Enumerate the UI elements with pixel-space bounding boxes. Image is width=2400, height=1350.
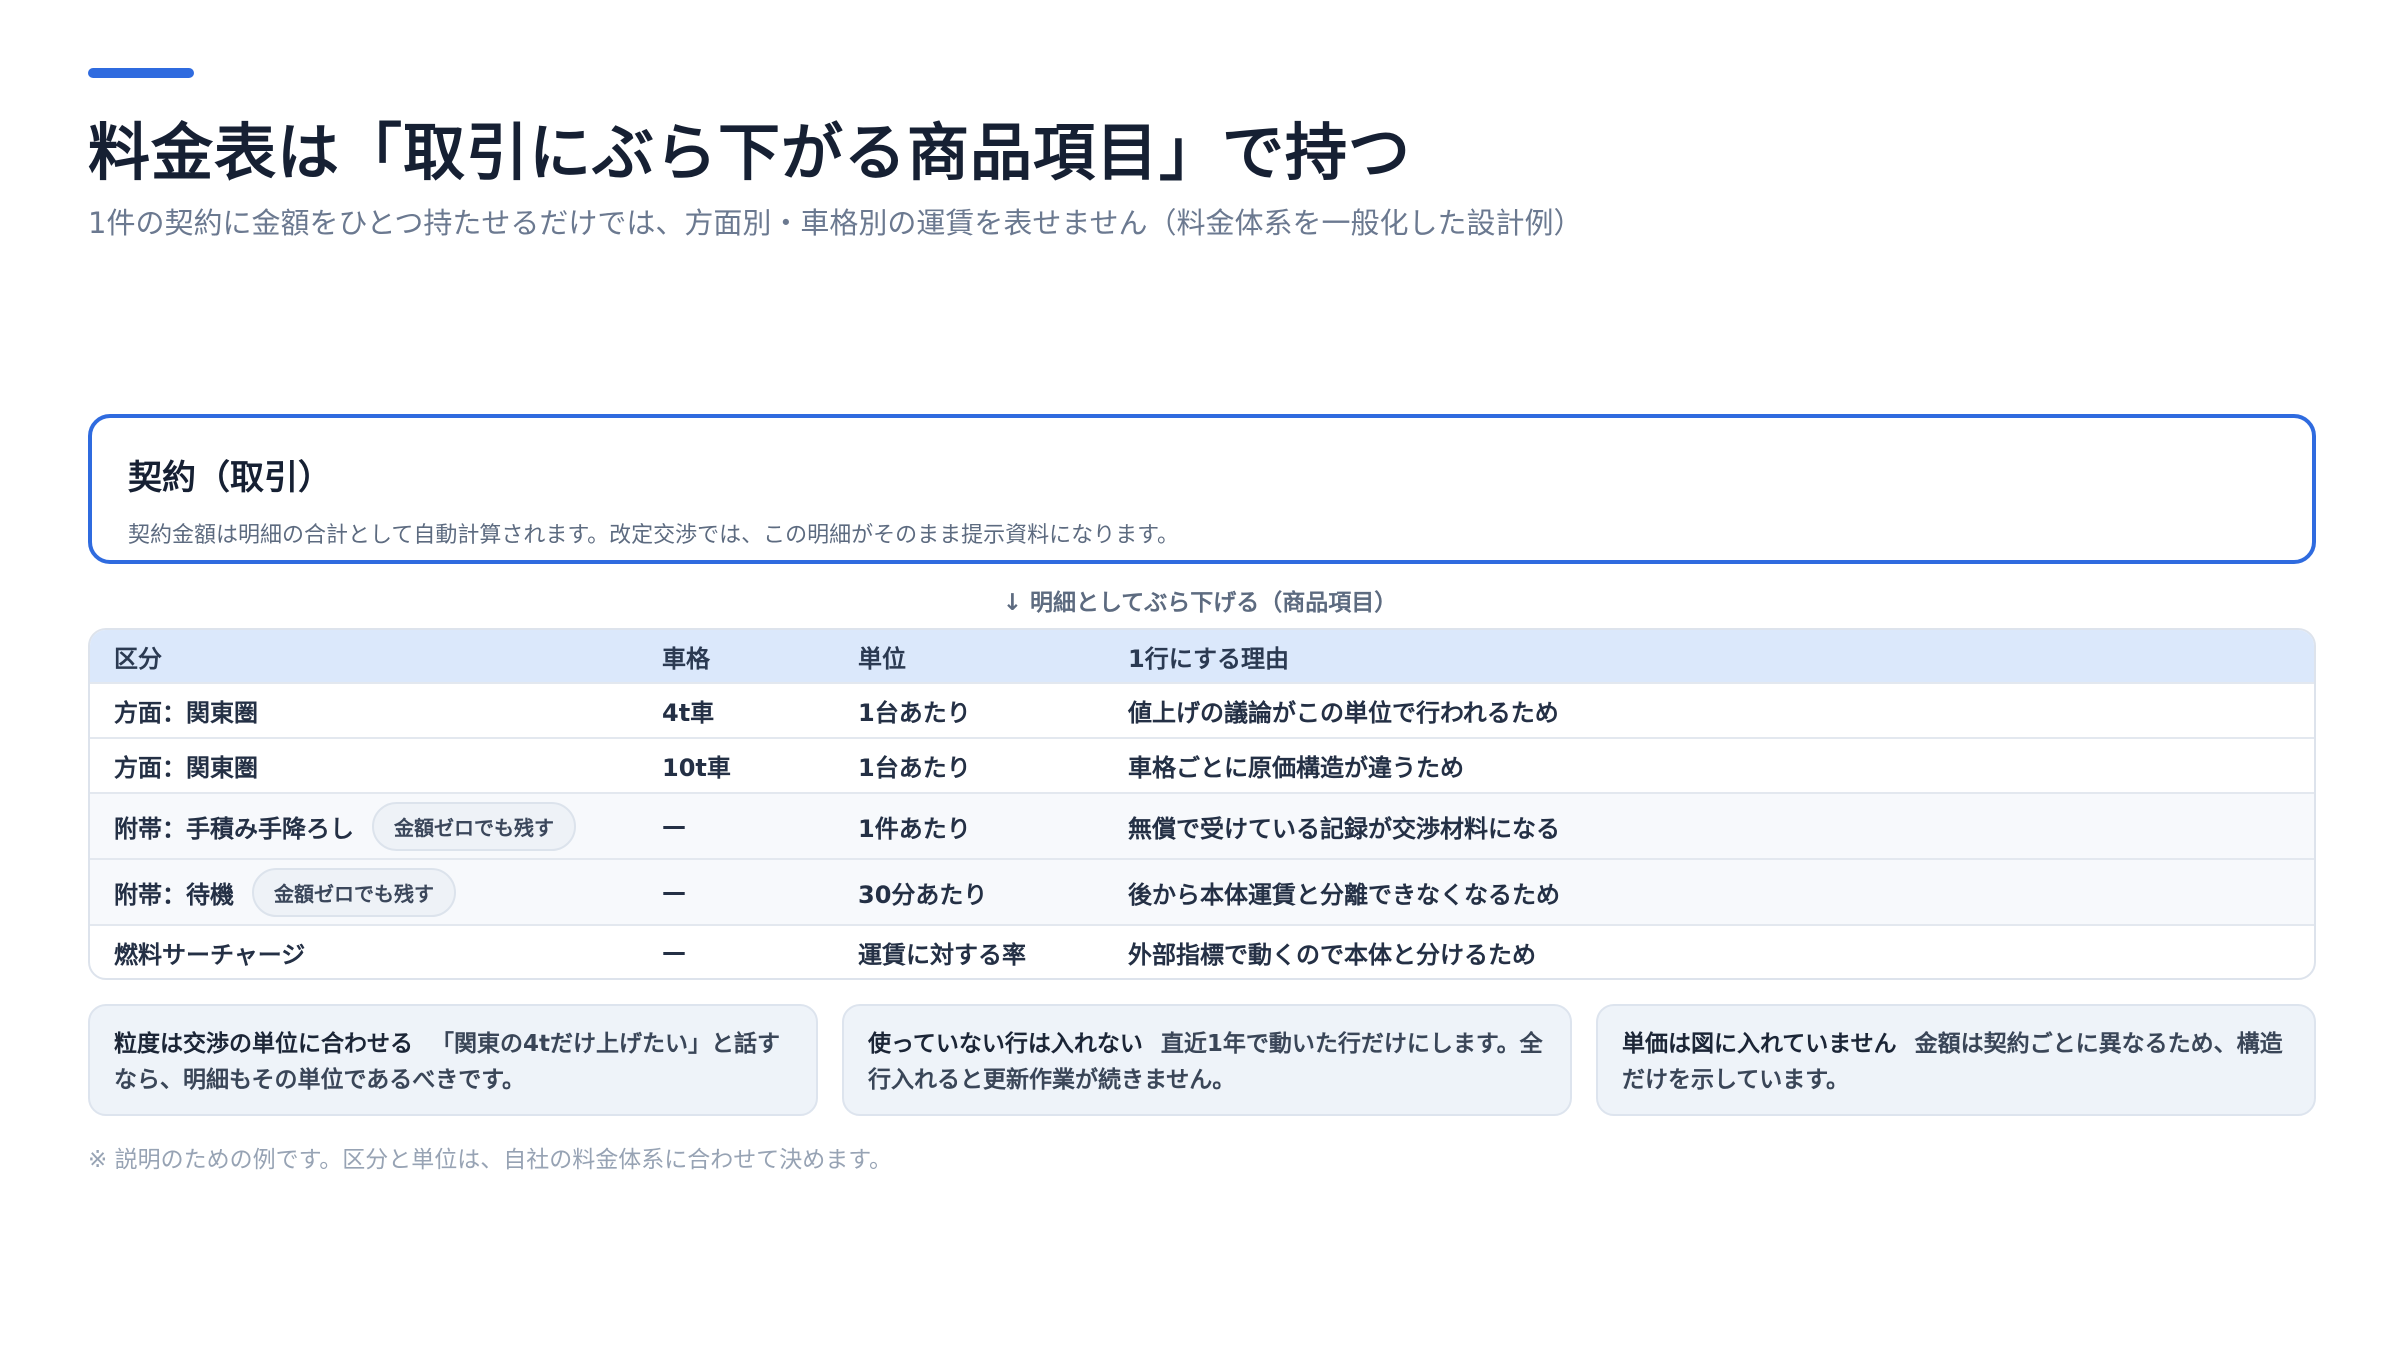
keep-zero-badge: 金額ゼロでも残す: [252, 867, 456, 917]
note-card-unit-price: 単価は図に入れていません 金額は契約ごとに異なるため、構造だけを示しています。: [1596, 1004, 2316, 1116]
accent-bar: [88, 68, 194, 78]
page-subtitle: 1件の契約に金額をひとつ持たせるだけでは、方面別・車格別の運賃を表せません（料金…: [88, 206, 1583, 240]
row-vehicle: —: [662, 938, 686, 966]
note-lead: 使っていない行は入れない: [868, 1031, 1143, 1057]
note-card-unused-rows: 使っていない行は入れない 直近1年で動いた行だけにします。全行入れると更新作業が続…: [842, 1004, 1572, 1116]
row-category: 燃料サーチャージ: [114, 940, 306, 969]
row-reason: 後から本体運賃と分離できなくなるため: [1128, 880, 1560, 909]
column-header-unit: 単位: [858, 644, 906, 673]
connector-label: ↓ 明細としてぶら下げる（商品項目）: [1002, 590, 1398, 616]
row-reason: 外部指標で動くので本体と分けるため: [1128, 940, 1536, 969]
row-unit: 運賃に対する率: [858, 940, 1026, 969]
column-header-reason: 1行にする理由: [1128, 644, 1289, 673]
row-vehicle: 10t車: [662, 754, 731, 782]
note-lead: 粒度は交渉の単位に合わせる: [114, 1031, 413, 1057]
table-header-row: 区分 車格 単位 1行にする理由: [90, 630, 2314, 682]
line-item-table: 区分 車格 単位 1行にする理由 方面：関東圏 4t車 1台あたり 値上げの議論…: [88, 628, 2316, 980]
row-unit: 1件あたり: [858, 814, 971, 843]
row-category: 附帯：待機: [114, 880, 234, 909]
note-lead: 単価は図に入れていません: [1622, 1031, 1897, 1057]
row-vehicle: 4t車: [662, 699, 715, 727]
row-category: 方面：関東圏: [114, 754, 258, 782]
table-row: 燃料サーチャージ — 運賃に対する率 外部指標で動くので本体と分けるため: [90, 924, 2314, 978]
row-vehicle: —: [662, 812, 686, 840]
table-row: 附帯：手積み手降ろし 金額ゼロでも残す — 1件あたり 無償で受けている記録が交…: [90, 792, 2314, 858]
footnote: ※ 説明のための例です。区分と単位は、自社の料金体系に合わせて決めます。: [88, 1147, 892, 1173]
row-vehicle: —: [662, 878, 686, 906]
row-reason: 無償で受けている記録が交渉材料になる: [1128, 814, 1560, 843]
row-unit: 1台あたり: [858, 754, 971, 782]
row-unit: 30分あたり: [858, 880, 988, 909]
contract-title: 契約（取引）: [128, 458, 332, 498]
page-title: 料金表は「取引にぶら下がる商品項目」で持つ: [88, 116, 1412, 189]
row-reason: 値上げの議論がこの単位で行われるため: [1128, 699, 1559, 727]
row-unit: 1台あたり: [858, 699, 971, 727]
row-reason: 車格ごとに原価構造が違うため: [1128, 754, 1464, 782]
keep-zero-badge: 金額ゼロでも残す: [372, 801, 576, 851]
row-category: 方面：関東圏: [114, 699, 258, 727]
row-category: 附帯：手積み手降ろし: [114, 814, 354, 843]
contract-description: 契約金額は明細の合計として自動計算されます。改定交渉では、この明細がそのまま提示…: [128, 523, 1179, 548]
column-header-category: 区分: [114, 644, 162, 673]
table-row: 附帯：待機 金額ゼロでも残す — 30分あたり 後から本体運賃と分離できなくなる…: [90, 858, 2314, 924]
table-row: 方面：関東圏 10t車 1台あたり 車格ごとに原価構造が違うため: [90, 737, 2314, 792]
contract-card: 契約（取引） 契約金額は明細の合計として自動計算されます。改定交渉では、この明細…: [88, 414, 2316, 564]
note-card-granularity: 粒度は交渉の単位に合わせる 「関東の4tだけ上げたい」と話すなら、明細もその単位で…: [88, 1004, 818, 1116]
column-header-vehicle: 車格: [662, 644, 710, 673]
table-row: 方面：関東圏 4t車 1台あたり 値上げの議論がこの単位で行われるため: [90, 682, 2314, 737]
